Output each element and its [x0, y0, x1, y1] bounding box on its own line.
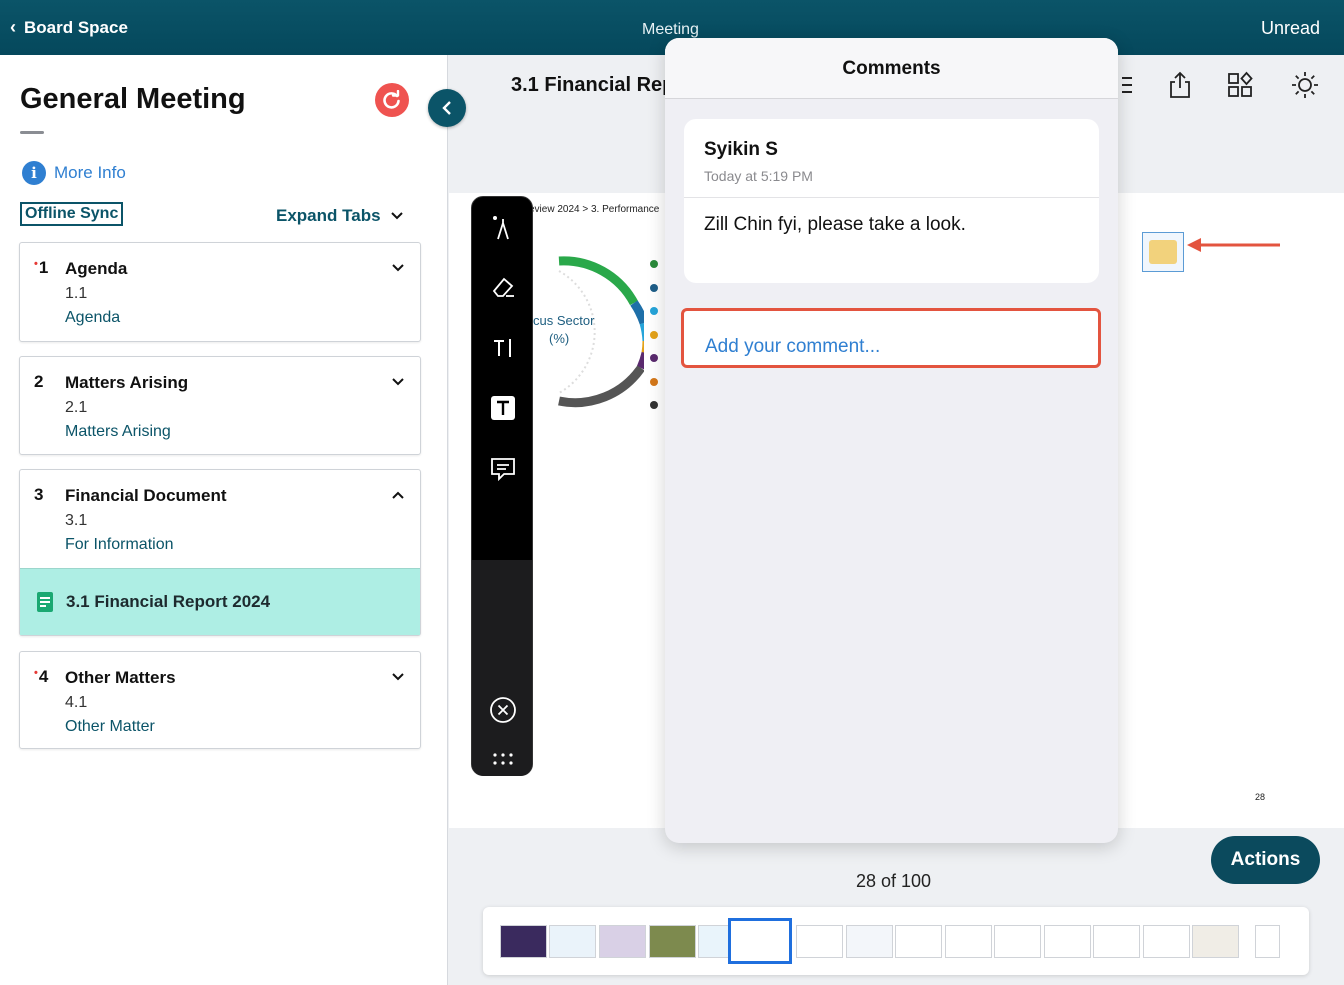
share-icon[interactable]	[1165, 70, 1195, 100]
document-title: 3.1 Financial Rep	[511, 74, 675, 96]
thumbnail-strip	[483, 907, 1309, 975]
meeting-label: Meeting	[642, 21, 699, 38]
comment-icon[interactable]	[488, 454, 518, 484]
agenda-sidebar: General Meeting i More Info Offline Sync…	[0, 55, 448, 985]
agenda-item-2[interactable]: 2 Matters Arising 2.1 Matters Arising	[19, 356, 421, 455]
eraser-icon[interactable]	[488, 272, 518, 302]
legend-dots	[650, 260, 658, 409]
agenda-item-4[interactable]: •4 Other Matters 4.1 Other Matter	[19, 651, 421, 749]
item-title: Financial Document	[65, 486, 227, 505]
page-thumbnail[interactable]	[796, 925, 843, 958]
chevron-left-icon	[442, 101, 451, 115]
item-title: Other Matters	[65, 668, 176, 687]
chevron-up-icon[interactable]	[392, 486, 404, 502]
page-thumbnail[interactable]	[1143, 925, 1190, 958]
chevron-down-icon[interactable]	[392, 259, 404, 275]
chevron-left-icon: ‹	[10, 17, 16, 37]
page-thumbnail[interactable]	[500, 925, 547, 958]
item-title: Agenda	[65, 259, 128, 278]
sticky-note-annotation[interactable]	[1142, 232, 1184, 272]
unread-dot: •	[34, 667, 38, 679]
comment-card[interactable]: Syikin S Today at 5:19 PM Zill Chin fyi,…	[684, 119, 1099, 283]
page-right-column	[1117, 233, 1137, 493]
chart-unit: (%)	[549, 331, 570, 346]
item-subtitle[interactable]: For Information	[65, 536, 173, 554]
item-number: •1	[34, 258, 49, 277]
item-subtitle[interactable]: Other Matter	[65, 718, 155, 736]
brightness-icon[interactable]	[1290, 70, 1320, 100]
chevron-down-icon[interactable]	[392, 373, 404, 389]
page-thumbnail[interactable]	[1044, 925, 1091, 958]
more-dots-icon[interactable]	[488, 744, 518, 774]
item-subnumber: 3.1	[65, 512, 88, 529]
grid-shapes-icon[interactable]	[1225, 70, 1255, 100]
collapse-sidebar-button[interactable]	[428, 89, 466, 127]
comment-timestamp: Today at 5:19 PM	[704, 168, 813, 184]
page-thumbnail[interactable]	[1192, 925, 1239, 958]
more-info-link[interactable]: i More Info	[22, 161, 126, 185]
item-number: •4	[34, 667, 49, 686]
text-cursor-icon[interactable]	[488, 333, 518, 363]
page-thumbnail[interactable]	[895, 925, 942, 958]
close-icon[interactable]	[488, 695, 518, 725]
comments-panel: Comments Syikin S Today at 5:19 PM Zill …	[665, 38, 1118, 843]
page-thumbnail[interactable]	[846, 925, 893, 958]
page-thumbnail-current[interactable]	[728, 918, 792, 964]
back-button[interactable]: ‹ Board Space	[10, 17, 128, 38]
text-box-icon[interactable]	[488, 393, 518, 423]
refresh-icon	[383, 90, 400, 109]
item-number: 2	[34, 372, 44, 391]
sticky-note-icon	[1149, 240, 1177, 264]
unread-button[interactable]: Unread	[1261, 18, 1320, 39]
donut-chart	[558, 256, 644, 408]
agenda-item-1[interactable]: •1 Agenda 1.1 Agenda	[19, 242, 421, 342]
page-thumbnail[interactable]	[994, 925, 1041, 958]
item-subnumber: 1.1	[65, 285, 88, 302]
refresh-button[interactable]	[375, 83, 409, 117]
page-thumbnail[interactable]	[1093, 925, 1140, 958]
pen-icon[interactable]	[488, 213, 518, 243]
item-number: 3	[34, 485, 44, 504]
page-thumbnail[interactable]	[649, 925, 696, 958]
item-subnumber: 2.1	[65, 399, 88, 416]
page-thumbnail[interactable]	[549, 925, 596, 958]
meeting-title: General Meeting	[20, 83, 246, 115]
comment-text: Zill Chin fyi, please take a look.	[704, 214, 966, 235]
item-subtitle[interactable]: Agenda	[65, 309, 120, 327]
document-item-selected[interactable]: 3.1 Financial Report 2024	[20, 568, 420, 635]
comments-header: Comments	[665, 38, 1118, 99]
back-label: Board Space	[24, 17, 128, 37]
page-count: 28 of 100	[856, 871, 932, 891]
comment-author: Syikin S	[704, 139, 778, 160]
page-breadcrumb: eview 2024 > 3. Performance	[529, 204, 660, 215]
comment-divider	[684, 197, 1099, 198]
arrow-annotation	[1187, 238, 1280, 252]
item-title: Matters Arising	[65, 373, 189, 392]
expand-tabs-label: Expand Tabs	[276, 206, 381, 225]
page-thumbnail[interactable]	[599, 925, 646, 958]
more-info-label: More Info	[54, 163, 126, 182]
document-label: 3.1 Financial Report 2024	[66, 592, 271, 611]
offline-sync-button[interactable]: Offline Sync	[20, 202, 124, 226]
chevron-down-icon[interactable]	[392, 668, 404, 684]
item-subtitle[interactable]: Matters Arising	[65, 423, 171, 441]
agenda-item-3[interactable]: 3 Financial Document 3.1 For Information…	[19, 469, 421, 636]
unread-dot: •	[34, 258, 38, 270]
page-thumbnail[interactable]	[1255, 925, 1280, 958]
item-subnumber: 4.1	[65, 694, 88, 711]
document-icon	[37, 592, 53, 612]
page-number: 28	[1255, 792, 1266, 802]
chart-label: cus Sector	[533, 313, 595, 328]
title-divider	[20, 131, 44, 134]
add-comment-input[interactable]	[681, 308, 1101, 368]
page-thumbnail[interactable]	[945, 925, 992, 958]
info-icon: i	[22, 161, 46, 185]
actions-button[interactable]: Actions	[1211, 836, 1320, 884]
chevron-down-icon	[390, 212, 403, 220]
annotation-toolbar	[471, 196, 533, 776]
expand-tabs-button[interactable]: Expand Tabs	[276, 206, 403, 226]
